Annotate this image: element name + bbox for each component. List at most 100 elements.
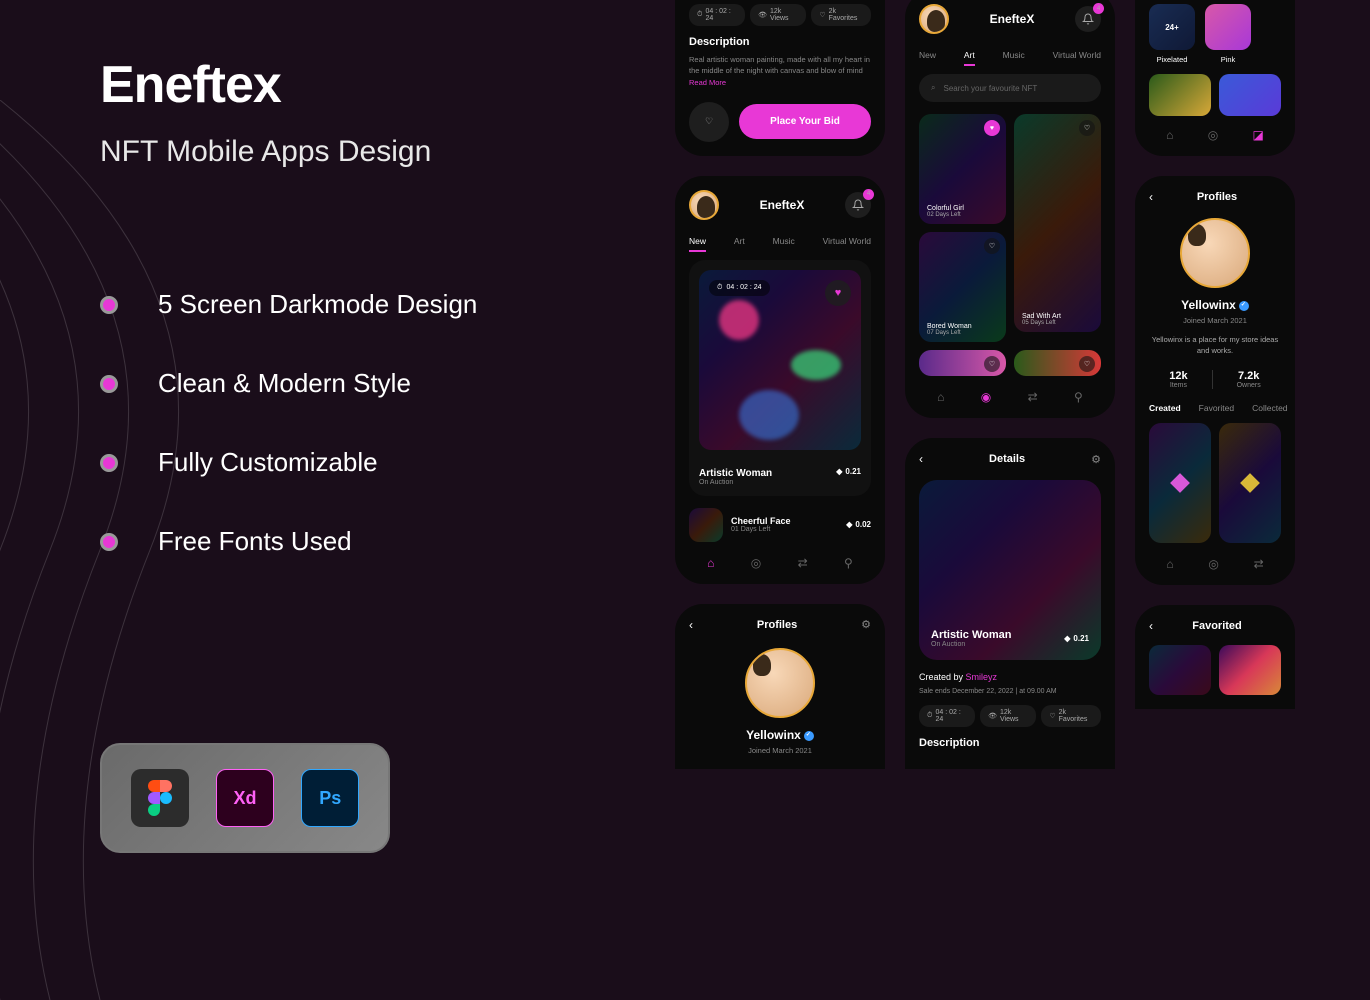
back-icon[interactable]: ‹ — [1149, 619, 1153, 633]
nav-activity-icon[interactable]: ⇄ — [798, 556, 808, 570]
description-text: Real artistic woman painting, made with … — [689, 54, 871, 88]
thumbnail[interactable] — [1149, 74, 1211, 116]
heart-icon[interactable]: ♡ — [1079, 356, 1095, 372]
figma-icon — [131, 769, 189, 827]
favorite-button[interactable]: ♡ — [689, 102, 729, 142]
nav-activity-icon[interactable]: ⇄ — [1254, 557, 1264, 571]
profile-name: Yellowinx — [1149, 298, 1281, 312]
favorited-thumbnail[interactable] — [1149, 645, 1211, 695]
nav-home-icon[interactable]: ⌂ — [1166, 557, 1173, 571]
tab-music[interactable]: Music — [1003, 50, 1025, 60]
screen-title: Profiles — [1197, 191, 1237, 203]
tab-art[interactable]: Art — [964, 50, 975, 60]
tab-favorited[interactable]: Favorited — [1199, 403, 1234, 413]
detail-subtitle: On Auction — [931, 641, 1011, 648]
category-pixelated[interactable]: 24+ Pixelated — [1149, 4, 1195, 64]
tab-collected[interactable]: Collected — [1252, 403, 1287, 413]
tab-music[interactable]: Music — [773, 236, 795, 246]
tab-new[interactable]: New — [689, 236, 706, 246]
feature-1: 5 Screen Darkmode Design — [158, 289, 477, 320]
created-by: Created by Smileyz — [919, 672, 1101, 682]
detail-price: ◆ 0.21 — [1064, 634, 1089, 643]
brand-title: EnefteX — [760, 198, 805, 212]
back-icon[interactable]: ‹ — [1149, 190, 1153, 204]
avatar[interactable] — [919, 4, 949, 34]
tab-virtual[interactable]: Virtual World — [823, 236, 871, 246]
nav-explore-icon[interactable]: ◎ — [1208, 557, 1218, 571]
feature-list: 5 Screen Darkmode Design Clean & Modern … — [100, 289, 600, 557]
nft-card-partial[interactable]: ♡ — [919, 350, 1006, 376]
category-pink[interactable]: Pink — [1205, 4, 1251, 64]
ps-icon: Ps — [301, 769, 359, 827]
gear-icon[interactable]: ⚙ — [861, 618, 871, 631]
back-icon[interactable]: ‹ — [689, 618, 693, 632]
avatar[interactable] — [689, 190, 719, 220]
bullet-icon — [100, 296, 118, 314]
nav-home-icon[interactable]: ⌂ — [1166, 128, 1173, 142]
nav-explore-icon[interactable]: ◎ — [1208, 128, 1218, 142]
notification-button[interactable]: 4 — [1075, 6, 1101, 32]
hero-subtitle: NFT Mobile Apps Design — [100, 135, 600, 169]
nft-card-bored[interactable]: ♡ Bored Woman07 Days Left — [919, 232, 1006, 342]
nav-activity-icon[interactable]: ◪ — [1252, 128, 1263, 142]
bullet-icon — [100, 454, 118, 472]
brand-title: EnefteX — [990, 12, 1035, 26]
featured-nft-card[interactable]: ⏱ 04 : 02 : 24 ♥ Artistic Woman On Aucti… — [689, 260, 871, 496]
favorited-thumbnail[interactable] — [1219, 645, 1281, 695]
nav-home-icon[interactable]: ⌂ — [937, 390, 944, 404]
created-nft-card[interactable] — [1149, 423, 1211, 543]
verified-icon — [804, 731, 814, 741]
notification-badge: 4 — [863, 189, 874, 200]
feature-3: Fully Customizable — [158, 447, 378, 478]
back-icon[interactable]: ‹ — [919, 452, 923, 466]
notification-button[interactable]: 4 — [845, 192, 871, 218]
avatar-large[interactable] — [745, 648, 815, 718]
bottom-nav: ⌂ ◎ ⇄ ⚲ — [689, 556, 871, 570]
profile-joined: Joined March 2021 — [689, 746, 871, 755]
list-price: ◆ 0.02 — [846, 520, 871, 529]
nav-explore-icon[interactable]: ◎ — [751, 556, 761, 570]
nft-card-sad[interactable]: ♡ Sad With Art05 Days Left — [1014, 114, 1101, 332]
search-input[interactable]: ⌕ Search your favourite NFT — [919, 74, 1101, 102]
nft-card-colorful[interactable]: ♥ Colorful Girl02 Days Left — [919, 114, 1006, 224]
created-nft-card[interactable] — [1219, 423, 1281, 543]
nft-card-partial[interactable]: ♡ — [1014, 350, 1101, 376]
thumbnail[interactable] — [1219, 74, 1281, 116]
heart-icon[interactable]: ♥ — [984, 120, 1000, 136]
timer-pill: ⏱ 04 : 02 : 24 — [689, 4, 745, 26]
timer-pill: ⏱ 04 : 02 : 24 — [919, 705, 975, 727]
detail-frame: ‹ Details ⚙ Artistic Woman On Auction ◆ … — [905, 438, 1115, 769]
description-title: Description — [919, 737, 1101, 749]
category-tabs: New Art Music Virtual World — [689, 236, 871, 246]
heart-icon[interactable]: ♡ — [984, 356, 1000, 372]
heart-icon[interactable]: ♥ — [825, 280, 851, 306]
screen-title: Profiles — [757, 619, 797, 631]
favorited-frame: ‹ Favorited — [1135, 605, 1295, 709]
search-placeholder: Search your favourite NFT — [943, 84, 1037, 93]
place-bid-button[interactable]: Place Your Bid — [739, 104, 871, 139]
list-title: Cheerful Face — [731, 516, 838, 526]
nav-home-icon[interactable]: ⌂ — [707, 556, 714, 570]
nav-explore-icon[interactable]: ◉ — [981, 390, 991, 404]
heart-icon[interactable]: ♡ — [984, 238, 1000, 254]
tab-art[interactable]: Art — [734, 236, 745, 246]
list-item[interactable]: Cheerful Face 01 Days Left ◆ 0.02 — [689, 508, 871, 542]
screen-title: Details — [989, 453, 1025, 465]
tab-virtual[interactable]: Virtual World — [1053, 50, 1101, 60]
description-title: Description — [689, 36, 871, 48]
creator-link[interactable]: Smileyz — [966, 672, 998, 682]
avatar-large[interactable] — [1180, 218, 1250, 288]
xd-icon: Xd — [216, 769, 274, 827]
nav-profile-icon[interactable]: ⚲ — [1074, 390, 1083, 404]
count-badge: 24+ — [1149, 4, 1195, 50]
nav-profile-icon[interactable]: ⚲ — [844, 556, 853, 570]
read-more-link[interactable]: Read More — [689, 78, 726, 87]
home-frame: EnefteX 4 New Art Music Virtual World ⏱ … — [675, 176, 885, 584]
tab-new[interactable]: New — [919, 50, 936, 60]
nav-activity-icon[interactable]: ⇄ — [1028, 390, 1038, 404]
gear-icon[interactable]: ⚙ — [1091, 453, 1101, 466]
heart-icon[interactable]: ♡ — [1079, 120, 1095, 136]
profile-frame: ‹ Profiles ⚙ Yellowinx Joined March 2021 — [675, 604, 885, 769]
tab-created[interactable]: Created — [1149, 403, 1181, 413]
detail-partial-frame: ⏱ 04 : 02 : 24 👁 12k Views ♡ 2k Favorite… — [675, 0, 885, 156]
